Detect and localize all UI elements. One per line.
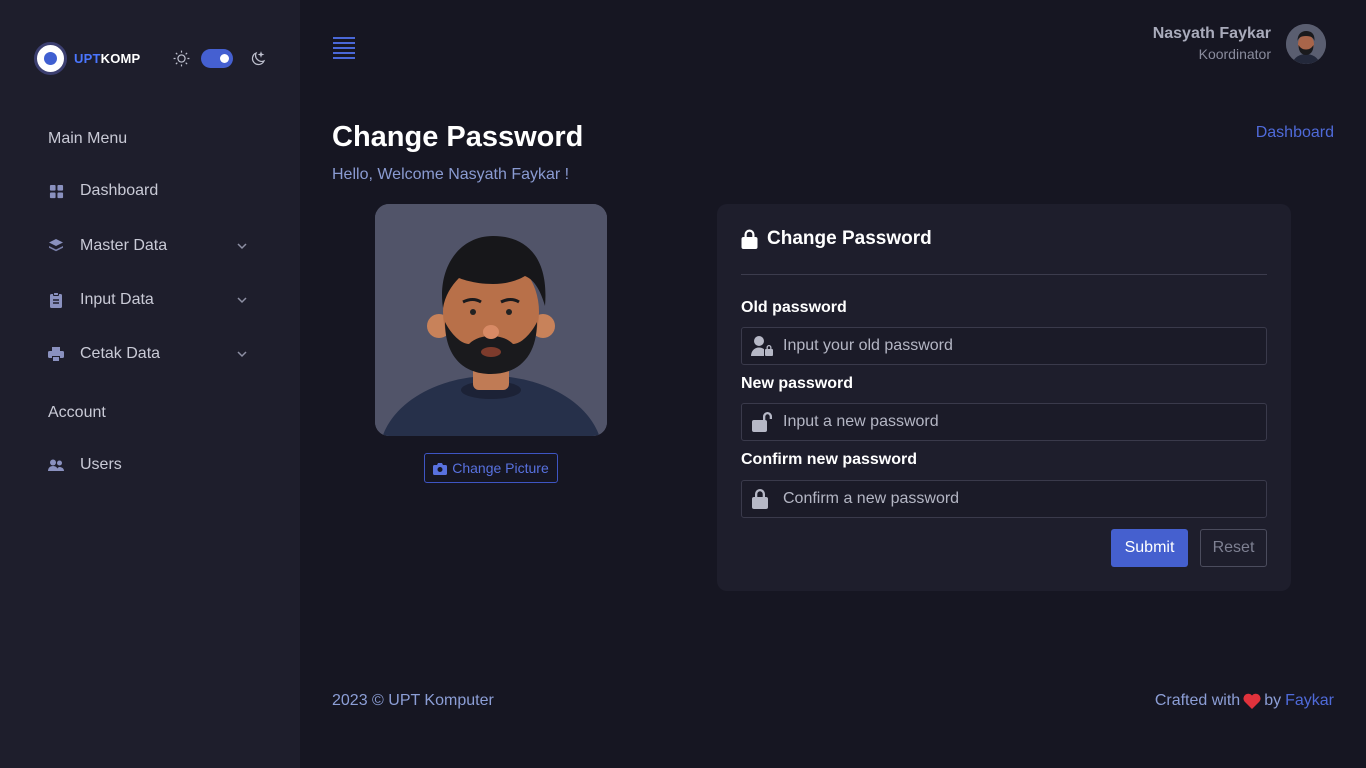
sidebar-item-users[interactable]: Users: [48, 453, 252, 477]
new-password-input[interactable]: [783, 413, 1253, 431]
user-role: Koordinator: [1198, 46, 1271, 62]
theme-toggle[interactable]: [201, 49, 233, 68]
footer-credits: Crafted with by Faykar: [1155, 692, 1334, 710]
author-link[interactable]: Faykar: [1285, 692, 1334, 710]
main-menu-heading: Main Menu: [48, 130, 128, 147]
account-heading: Account: [48, 404, 106, 421]
confirm-password-label: Confirm new password: [741, 451, 918, 468]
moon-icon: [251, 50, 266, 65]
footer-copyright: 2023 © UPT Komputer: [332, 692, 494, 709]
sidebar-item-cetak-data[interactable]: Cetak Data: [48, 342, 252, 366]
avatar[interactable]: [1286, 24, 1326, 64]
profile-picture: [375, 204, 607, 436]
sidebar-item-master-data[interactable]: Master Data: [48, 234, 252, 258]
submit-button[interactable]: Submit: [1111, 529, 1188, 567]
brand-part-1: UPT: [74, 51, 101, 66]
sidebar-item-dashboard[interactable]: Dashboard: [48, 179, 252, 203]
brand[interactable]: UPTKOMP: [34, 42, 140, 75]
users-icon: [48, 457, 64, 473]
sidebar-item-label: Cetak Data: [80, 345, 161, 362]
change-picture-label: Change Picture: [452, 460, 549, 476]
clipboard-icon: [48, 292, 64, 308]
chevron-down-icon: [237, 351, 247, 358]
upt-logo-icon: [34, 42, 67, 75]
heart-icon: [1243, 693, 1261, 709]
sun-icon: [173, 50, 190, 67]
lock-icon: [752, 489, 768, 509]
new-password-field[interactable]: [741, 403, 1267, 441]
confirm-password-field[interactable]: [741, 480, 1267, 518]
brand-name: UPTKOMP: [74, 51, 140, 66]
welcome-message: Hello, Welcome Nasyath Faykar !: [332, 166, 570, 183]
change-password-card: Change Password Old password New passwor…: [717, 204, 1291, 591]
page-title: Change Password: [332, 121, 584, 153]
chevron-down-icon: [237, 243, 247, 250]
new-password-label: New password: [741, 375, 854, 392]
card-title: Change Password: [741, 228, 932, 250]
grid-icon: [48, 183, 64, 199]
sidebar: UPTKOMP Main Menu Dashboard Master Data …: [0, 0, 300, 768]
brand-part-2: KOMP: [100, 51, 141, 66]
card-title-text: Change Password: [767, 228, 932, 249]
theme-switcher: [172, 49, 267, 68]
printer-icon: [48, 346, 64, 362]
sidebar-item-label: Master Data: [80, 237, 168, 254]
crafted-prefix: Crafted with: [1154, 692, 1241, 709]
old-password-field[interactable]: [741, 327, 1267, 365]
confirm-password-input[interactable]: [783, 490, 1253, 508]
sidebar-item-input-data[interactable]: Input Data: [48, 288, 252, 312]
layers-icon: [48, 238, 64, 254]
chevron-down-icon: [237, 297, 247, 304]
sidebar-item-label: Dashboard: [80, 182, 159, 199]
sidebar-item-label: Input Data: [80, 291, 154, 308]
crafted-by: by: [1264, 692, 1282, 709]
unlock-icon: [752, 412, 772, 432]
old-password-input[interactable]: [783, 337, 1253, 355]
hamburger-icon[interactable]: [333, 37, 355, 59]
user-lock-icon: [751, 336, 773, 356]
divider: [741, 274, 1267, 275]
old-password-label: Old password: [741, 299, 847, 316]
change-picture-button[interactable]: Change Picture: [424, 453, 558, 483]
lock-icon: [741, 229, 758, 249]
profile-text: Nasyath Faykar Koordinator: [1153, 24, 1271, 64]
user-profile[interactable]: Nasyath Faykar Koordinator: [1153, 24, 1326, 64]
reset-button[interactable]: Reset: [1200, 529, 1267, 567]
sidebar-item-label: Users: [80, 456, 122, 473]
camera-icon: [433, 462, 448, 475]
breadcrumb-dashboard[interactable]: Dashboard: [1256, 124, 1334, 142]
user-name: Nasyath Faykar: [1152, 25, 1271, 42]
